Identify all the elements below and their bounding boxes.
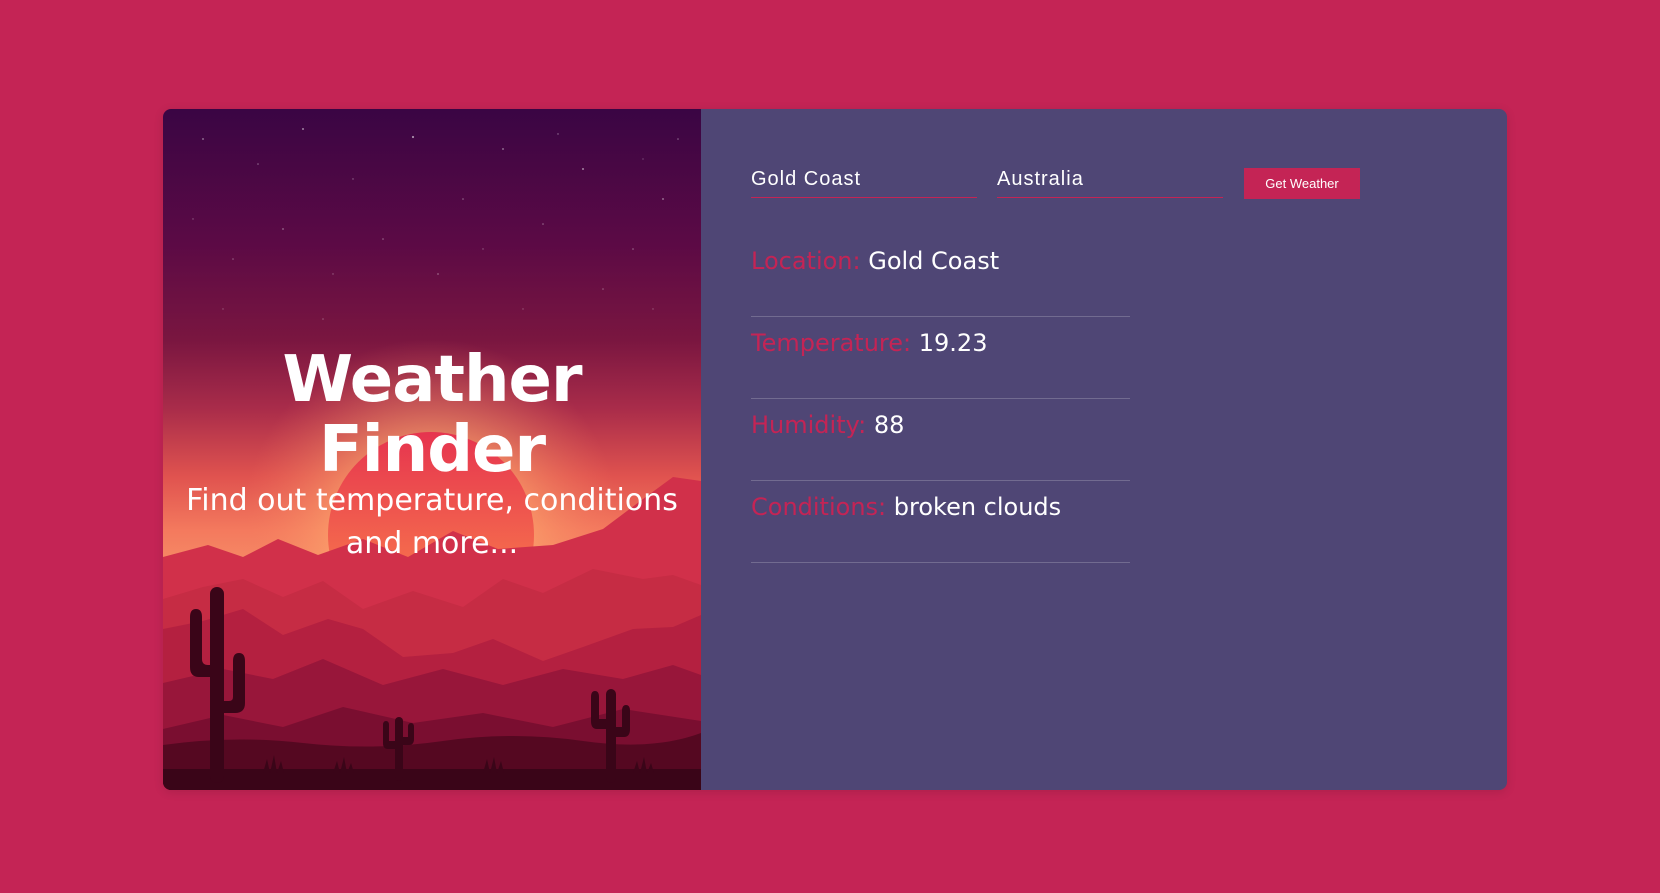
weather-results: Location: Gold Coast Temperature: 19.23 … <box>751 235 1130 563</box>
result-label: Conditions: <box>751 493 887 521</box>
result-label: Humidity: <box>751 411 867 439</box>
result-value: 88 <box>873 411 905 439</box>
result-conditions: Conditions: broken clouds <box>751 481 1130 563</box>
result-label: Location: <box>751 247 861 275</box>
result-temperature: Temperature: 19.23 <box>751 317 1130 399</box>
hero-text: Weather Finder Find out temperature, con… <box>163 109 701 790</box>
app-subtitle: Find out temperature, conditions and mor… <box>186 483 678 561</box>
app-title: Weather Finder <box>282 343 582 488</box>
result-value: broken clouds <box>893 493 1062 521</box>
country-input[interactable] <box>997 161 1223 198</box>
weather-form: Get Weather <box>751 161 1360 199</box>
city-input[interactable] <box>751 161 977 198</box>
result-value: 19.23 <box>918 329 988 357</box>
result-humidity: Humidity: 88 <box>751 399 1130 481</box>
get-weather-button[interactable]: Get Weather <box>1244 168 1360 199</box>
result-value: Gold Coast <box>868 247 1000 275</box>
weather-card: Weather Finder Find out temperature, con… <box>163 109 1507 790</box>
result-label: Temperature: <box>751 329 912 357</box>
hero-panel: Weather Finder Find out temperature, con… <box>163 109 701 790</box>
weather-panel: Get Weather Location: Gold Coast Tempera… <box>701 109 1507 790</box>
result-location: Location: Gold Coast <box>751 235 1130 317</box>
